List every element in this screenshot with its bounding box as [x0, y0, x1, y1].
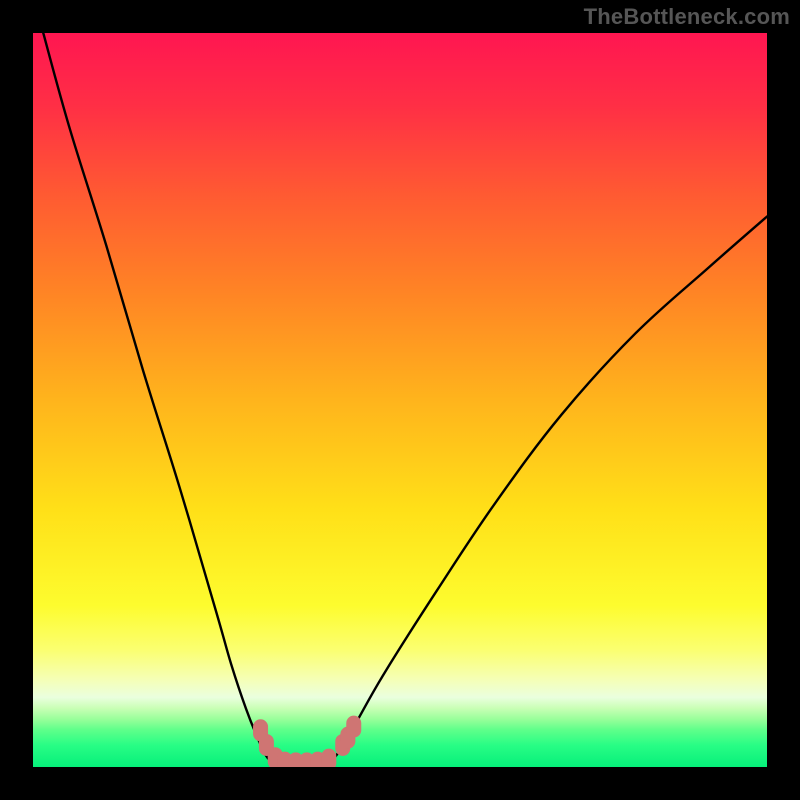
gradient-background: [33, 33, 767, 767]
curve-marker: [321, 749, 336, 767]
plot-svg: [33, 33, 767, 767]
plot-area: [33, 33, 767, 767]
curve-marker: [346, 716, 361, 738]
chart-frame: TheBottleneck.com: [0, 0, 800, 800]
watermark-text: TheBottleneck.com: [584, 4, 790, 30]
